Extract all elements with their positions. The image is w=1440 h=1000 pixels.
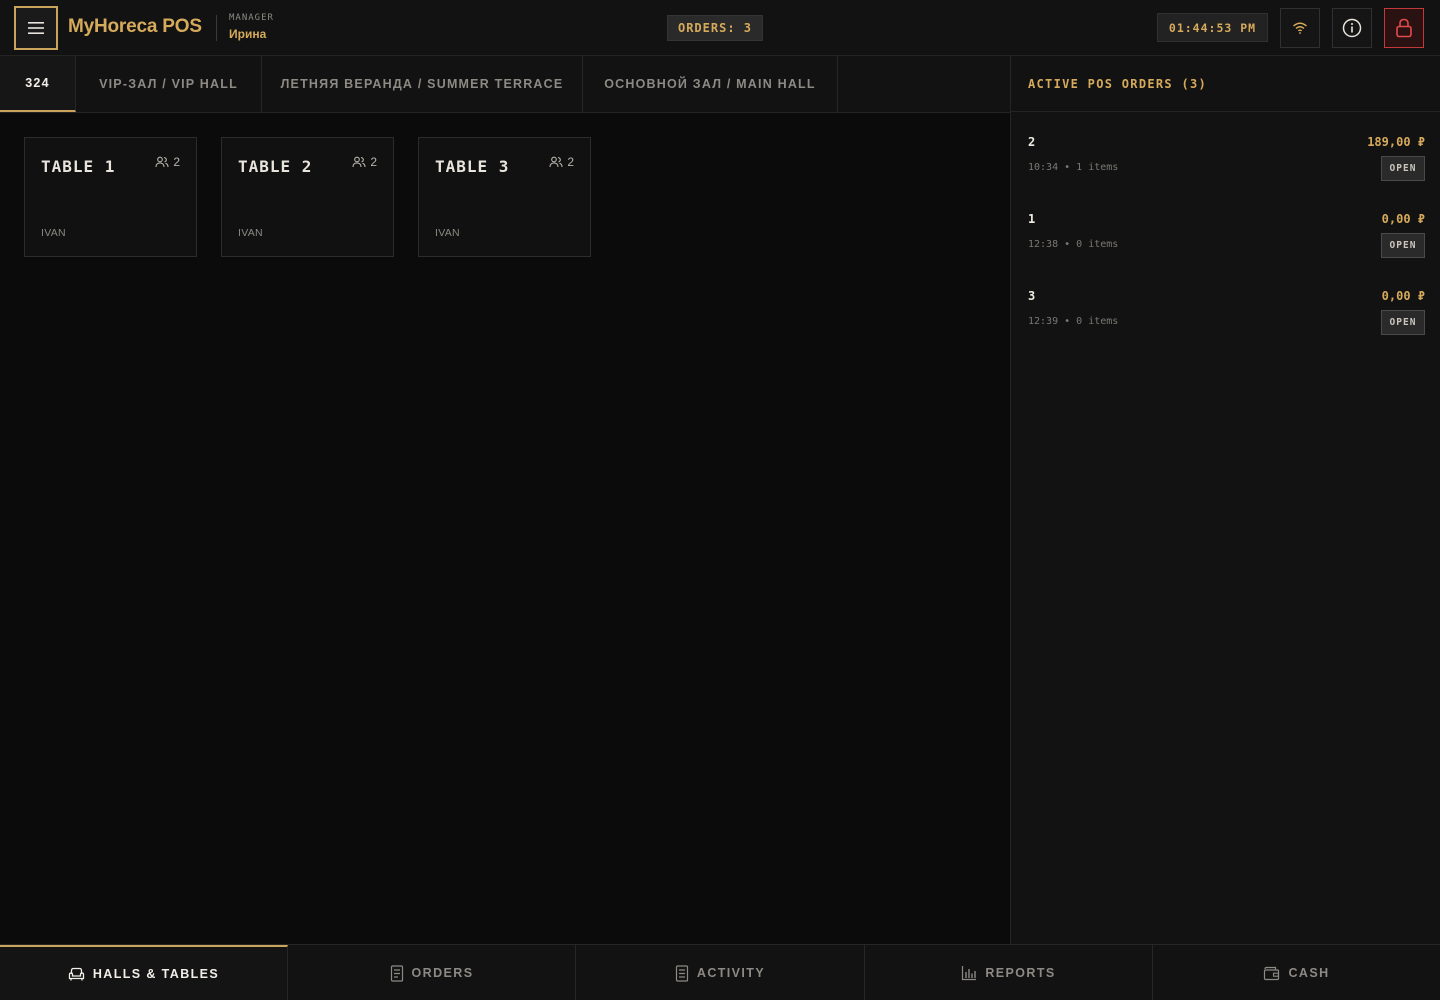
- nav-label: ORDERS: [411, 966, 474, 980]
- users-icon: [352, 156, 366, 168]
- order-total: 0,00 ₽: [1381, 289, 1425, 303]
- table-name: TABLE 1: [41, 157, 116, 176]
- wifi-status-button[interactable]: [1280, 8, 1320, 48]
- table-card-3[interactable]: TABLE 3 2 IVAN: [418, 137, 591, 257]
- table-waiter: IVAN: [238, 227, 263, 239]
- tab-summer-terrace[interactable]: ЛЕТНЯЯ ВЕРАНДА / SUMMER TERRACE: [262, 56, 583, 112]
- lock-icon: [1396, 18, 1412, 38]
- users-icon: [155, 156, 169, 168]
- app-title: MyHoreca POS: [68, 16, 202, 37]
- receipt-icon: [390, 964, 403, 982]
- user-name: Ирина: [229, 27, 267, 41]
- seats-count: 2: [567, 155, 574, 169]
- document-icon: [675, 964, 689, 982]
- info-button[interactable]: [1332, 8, 1372, 48]
- tab-label: ЛЕТНЯЯ ВЕРАНДА / SUMMER TERRACE: [280, 77, 564, 91]
- tab-label: ОСНОВНОЙ ЗАЛ / MAIN HALL: [604, 77, 816, 91]
- tab-main-hall[interactable]: ОСНОВНОЙ ЗАЛ / MAIN HALL: [583, 56, 838, 112]
- table-seats: 2: [549, 155, 574, 169]
- nav-cash[interactable]: CASH: [1153, 945, 1440, 1000]
- bar-chart-icon: [962, 966, 977, 981]
- nav-orders[interactable]: ORDERS: [288, 945, 576, 1000]
- user-role-label: MANAGER: [229, 13, 274, 23]
- table-card-1[interactable]: TABLE 1 2 IVAN: [24, 137, 197, 257]
- clock: 01:44:53 PM: [1157, 13, 1268, 42]
- tab-label: 324: [25, 76, 50, 90]
- table-waiter: IVAN: [435, 227, 460, 239]
- order-number: 3: [1028, 289, 1036, 303]
- seats-count: 2: [370, 155, 377, 169]
- nav-activity[interactable]: ACTIVITY: [576, 945, 865, 1000]
- order-number: 2: [1028, 135, 1036, 149]
- order-total: 189,00 ₽: [1367, 135, 1425, 149]
- open-order-button[interactable]: OPEN: [1381, 233, 1425, 258]
- active-orders-panel: ACTIVE POS ORDERS (3) 2 189,00 ₽ 10:34 •…: [1010, 56, 1440, 944]
- lock-button[interactable]: [1384, 8, 1424, 48]
- orders-panel-header: ACTIVE POS ORDERS (3): [1011, 56, 1440, 112]
- info-icon: [1342, 18, 1362, 38]
- tab-hall-324[interactable]: 324: [0, 56, 76, 112]
- orders-count-badge: ORDERS: 3: [667, 15, 763, 41]
- order-item[interactable]: 1 0,00 ₽ 12:38 • 0 items OPEN: [1011, 197, 1440, 274]
- menu-button[interactable]: [14, 6, 58, 50]
- seats-count: 2: [173, 155, 180, 169]
- bottom-navigation: HALLS & TABLES ORDERS ACTIVITY REPORTS C…: [0, 944, 1440, 1000]
- order-number: 1: [1028, 212, 1036, 226]
- nav-label: CASH: [1288, 966, 1330, 980]
- users-icon: [549, 156, 563, 168]
- top-header: MyHoreca POS MANAGER Ирина ORDERS: 3 01:…: [0, 0, 1440, 56]
- table-card-2[interactable]: TABLE 2 2 IVAN: [221, 137, 394, 257]
- wifi-icon: [1293, 22, 1307, 34]
- armchair-icon: [68, 967, 84, 980]
- order-item[interactable]: 3 0,00 ₽ 12:39 • 0 items OPEN: [1011, 274, 1440, 351]
- nav-label: REPORTS: [985, 966, 1056, 980]
- table-waiter: IVAN: [41, 227, 66, 239]
- order-meta: 10:34 • 1 items: [1028, 162, 1119, 173]
- wallet-icon: [1264, 966, 1280, 980]
- nav-halls-tables[interactable]: HALLS & TABLES: [0, 945, 288, 1000]
- table-seats: 2: [352, 155, 377, 169]
- table-name: TABLE 3: [435, 157, 510, 176]
- order-meta: 12:39 • 0 items: [1028, 316, 1119, 327]
- order-meta: 12:38 • 0 items: [1028, 239, 1119, 250]
- nav-label: ACTIVITY: [696, 966, 766, 980]
- open-order-button[interactable]: OPEN: [1381, 156, 1425, 181]
- header-divider: [216, 15, 217, 41]
- nav-label: HALLS & TABLES: [92, 967, 220, 981]
- open-order-button[interactable]: OPEN: [1381, 310, 1425, 335]
- order-total: 0,00 ₽: [1381, 212, 1425, 226]
- order-item[interactable]: 2 189,00 ₽ 10:34 • 1 items OPEN: [1011, 120, 1440, 197]
- tab-label: VIP-ЗАЛ / VIP HALL: [99, 77, 238, 91]
- orders-panel-title: ACTIVE POS ORDERS (3): [1028, 77, 1208, 91]
- table-seats: 2: [155, 155, 180, 169]
- tab-vip-hall[interactable]: VIP-ЗАЛ / VIP HALL: [76, 56, 262, 112]
- table-name: TABLE 2: [238, 157, 313, 176]
- tables-grid: TABLE 1 2 IVAN TABLE 2 2 IVAN TABLE 3 2 …: [0, 113, 1010, 944]
- nav-reports[interactable]: REPORTS: [865, 945, 1153, 1000]
- hall-tabs: 324 VIP-ЗАЛ / VIP HALL ЛЕТНЯЯ ВЕРАНДА / …: [0, 56, 1010, 113]
- hamburger-icon: [28, 22, 44, 34]
